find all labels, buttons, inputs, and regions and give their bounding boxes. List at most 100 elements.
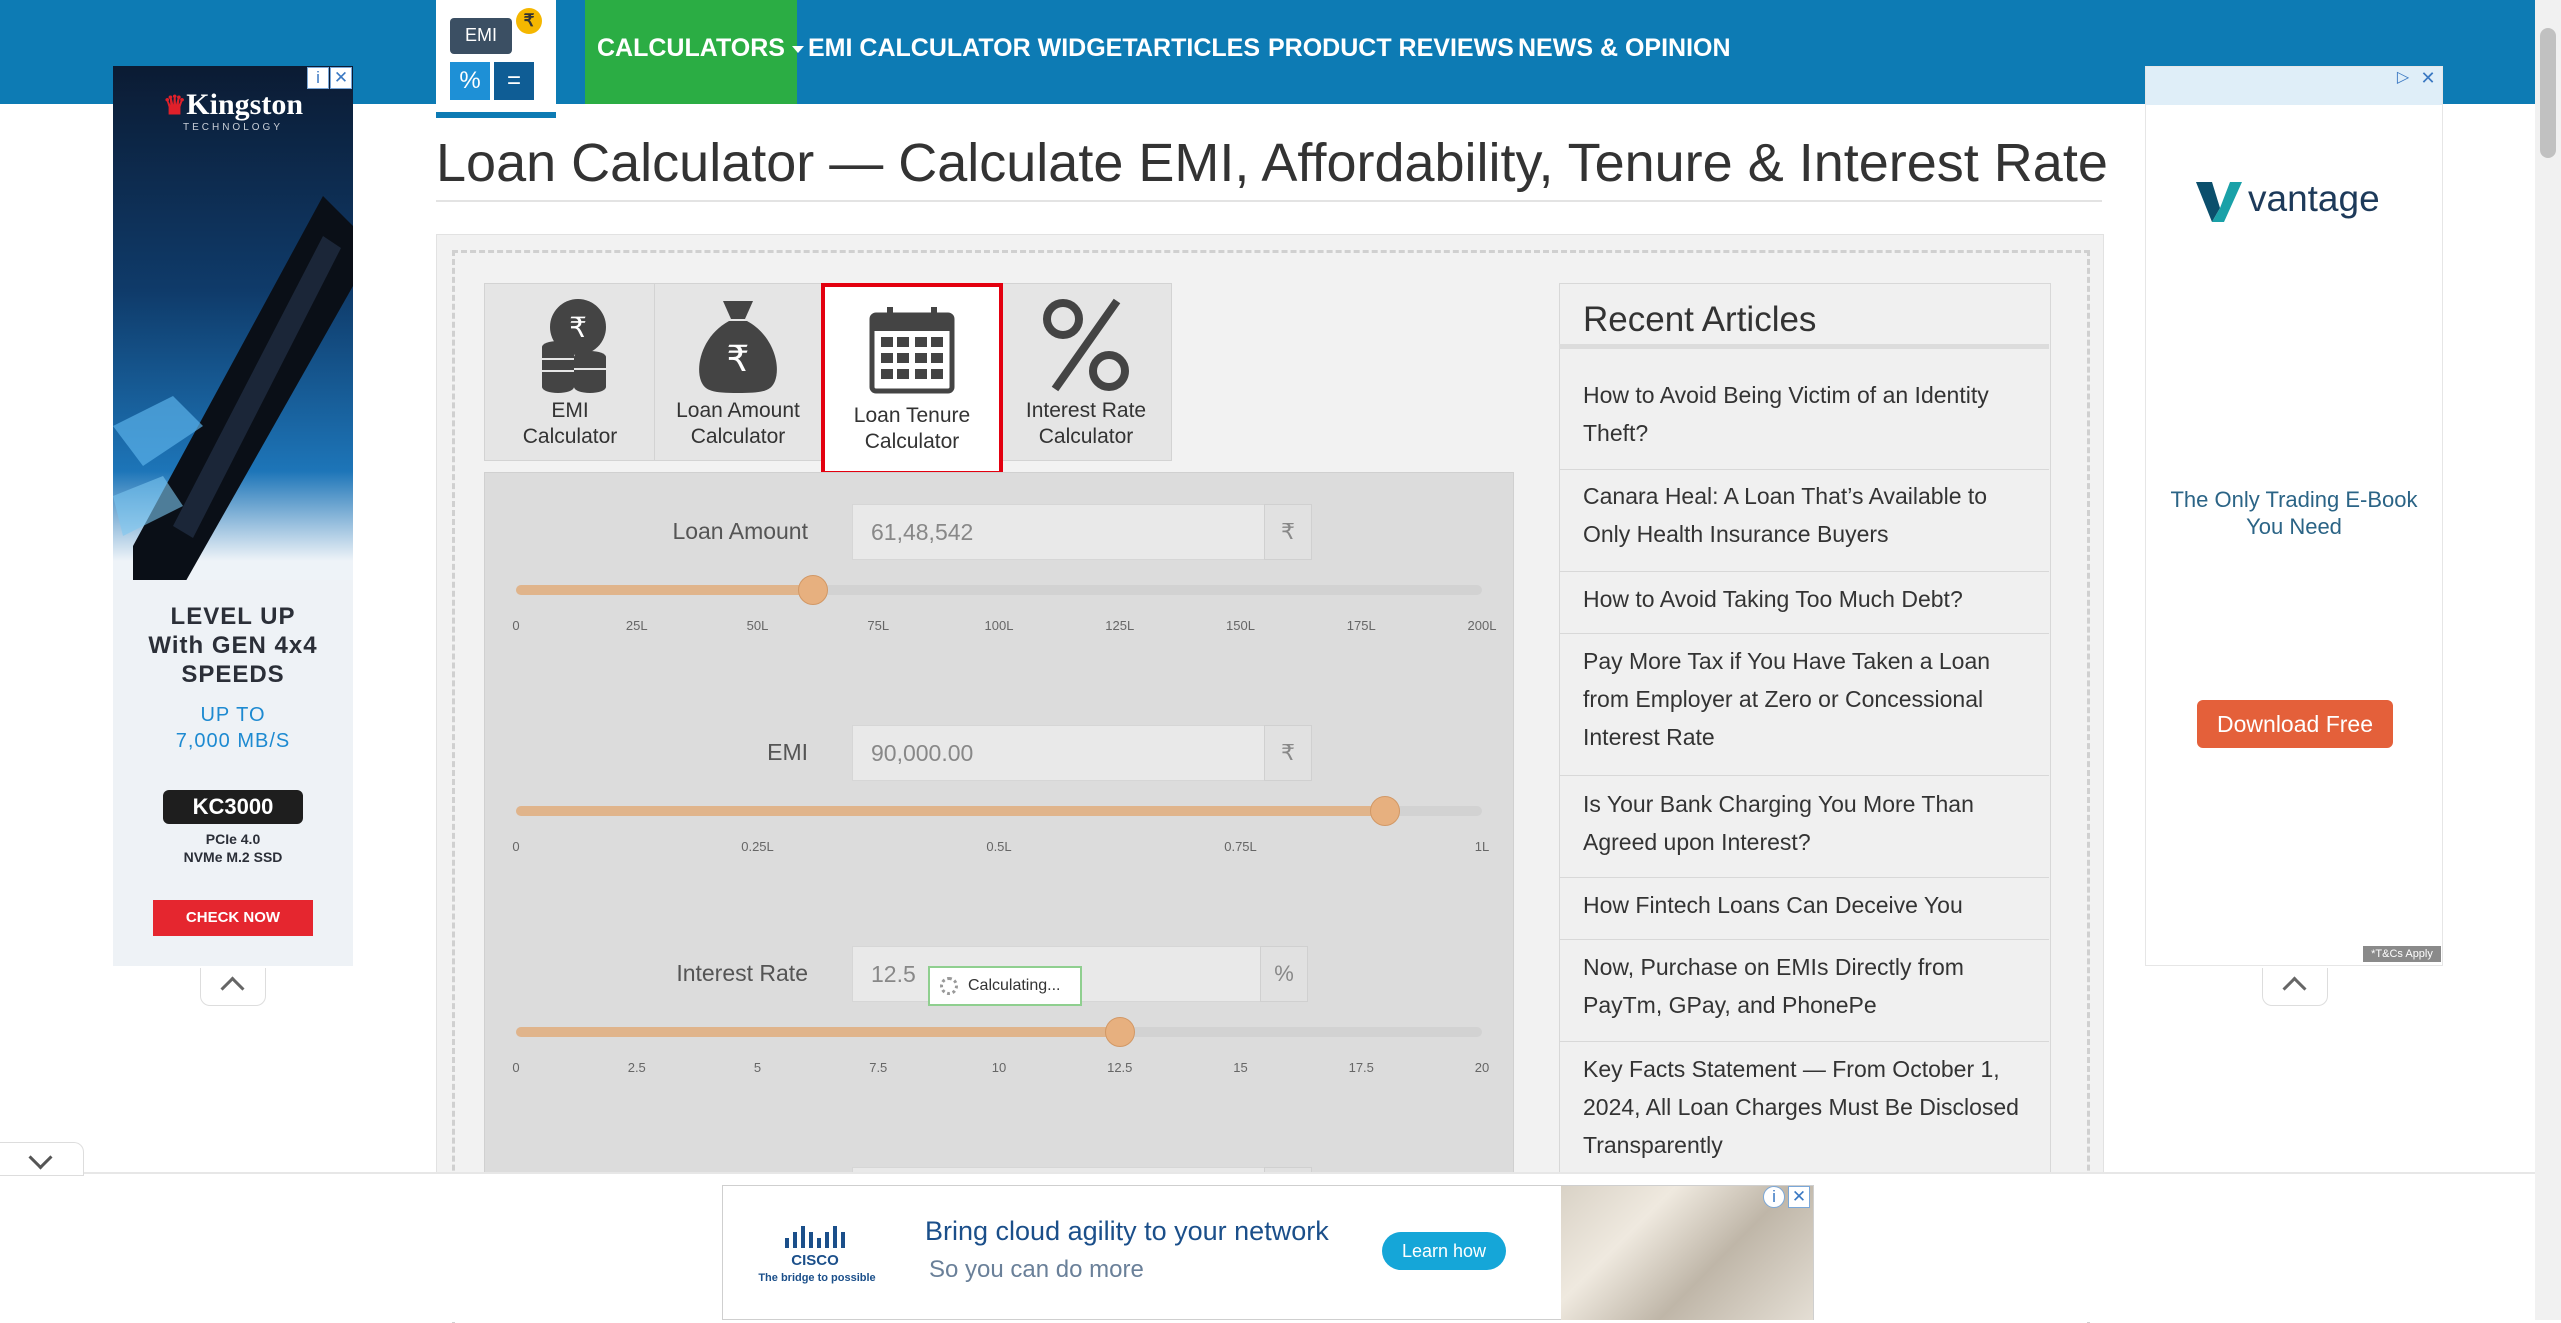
adchoices-icon[interactable]: ▷ [2392, 67, 2414, 89]
logo-percent-key: % [450, 62, 490, 100]
slider-tick-label: 0.25L [741, 839, 774, 854]
ad-bottom-headline: Bring cloud agility to your network [925, 1216, 1329, 1246]
article-divider [1559, 1041, 2049, 1042]
ad-close-icon[interactable]: ✕ [2417, 67, 2439, 89]
ad-left-spec-line: NVMe M.2 SSD [183, 849, 283, 865]
article-link-line: Agreed upon Interest? [1583, 829, 1811, 855]
slider-tick-label: 0 [512, 618, 520, 633]
slider-tick-label: 25L [625, 618, 648, 633]
cisco-bars-icon [785, 1226, 845, 1248]
cisco-brand: CISCO [791, 1252, 839, 1269]
rupee-coin-icon: ₹ [516, 8, 542, 34]
scrollbar-thumb[interactable] [2540, 28, 2556, 158]
learn-how-button[interactable]: Learn how [1382, 1232, 1506, 1270]
article-link[interactable]: Key Facts Statement — From October 1, 202… [1583, 1050, 2023, 1164]
slider-tick-label: 12.5 [1107, 1060, 1133, 1075]
article-divider [1559, 571, 2049, 572]
ad-right-collapse-button[interactable] [2262, 968, 2328, 1006]
slider-tick-label: 1L [1474, 839, 1490, 854]
bottom-ad-collapse-button[interactable] [0, 1142, 84, 1176]
ad-left-speed: UP TO 7,000 MB/S [113, 702, 353, 754]
loan-amount-input[interactable]: 61,48,542 [852, 504, 1266, 560]
article-divider [1559, 469, 2049, 470]
tab-loan-amount-calculator[interactable]: ₹ Loan Amount Calculator [655, 283, 821, 461]
article-link[interactable]: How to Avoid Taking Too Much Debt? [1583, 580, 2023, 618]
emi-slider[interactable] [516, 796, 1482, 826]
interest-rate-slider[interactable] [516, 1017, 1482, 1047]
kingston-head-icon: ♛ [162, 91, 187, 120]
article-link-line: Theft? [1583, 420, 1649, 446]
ad-bottom-subline: So you can do more [929, 1256, 1144, 1283]
article-link[interactable]: How to Avoid Being Victim of an Identity… [1583, 376, 2023, 452]
caret-down-icon [791, 45, 804, 53]
nav-articles[interactable]: ARTICLES [1135, 34, 1260, 63]
logo-underline [436, 112, 556, 118]
interest-rate-slider-handle[interactable] [1104, 1017, 1135, 1047]
nav-calculators-label: CALCULATORS [597, 34, 785, 62]
loan-amount-slider[interactable] [516, 575, 1482, 605]
logo-screen: EMI [450, 18, 512, 54]
article-link-line: How to Avoid Taking Too Much Debt? [1583, 586, 1963, 612]
money-bag-icon: ₹ [699, 301, 777, 393]
ad-close-icon[interactable]: ✕ [1788, 1186, 1810, 1208]
ad-left-copy: LEVEL UP With GEN 4x4 SPEEDS UP TO 7,000… [113, 580, 353, 966]
tab-label-line2: Calculator [864, 430, 960, 453]
tab-label-line2: Calculator [522, 425, 618, 448]
vantage-v-icon [2196, 182, 2242, 222]
article-link-line: from Employer at Zero or Concessional [1583, 686, 1984, 712]
ad-left-cta-button[interactable]: CHECK NOW [153, 900, 313, 936]
article-link[interactable]: Canara Heal: A Loan That’s Available to O… [1583, 477, 2023, 553]
page-title: Loan Calculator — Calculate EMI, Afforda… [436, 133, 2108, 193]
ad-bottom-banner[interactable]: CISCO The bridge to possible Bring cloud… [722, 1185, 1814, 1320]
tab-loan-tenure-calculator[interactable]: Loan Tenure Calculator [821, 283, 1003, 475]
article-link[interactable]: Now, Purchase on EMIs Directly from PayTm… [1583, 948, 2023, 1024]
ad-left-headline-line: SPEEDS [181, 661, 285, 688]
nav-product-reviews[interactable]: PRODUCT REVIEWS [1268, 34, 1514, 63]
download-free-button[interactable]: Download Free [2197, 700, 2393, 748]
ad-close-icon[interactable]: ✕ [330, 67, 352, 89]
ad-info-icon[interactable]: i [1763, 1186, 1785, 1208]
nav-calculators[interactable]: CALCULATORS [597, 34, 804, 63]
chevron-up-icon [2282, 976, 2307, 1001]
kingston-brand: Kingston [186, 88, 304, 121]
article-link-line: Only Health Insurance Buyers [1583, 521, 1889, 547]
article-link[interactable]: Is Your Bank Charging You More Than Agree… [1583, 785, 2023, 861]
ad-left-spec: PCIe 4.0 NVMe M.2 SSD [113, 830, 353, 866]
article-link-line: PayTm, GPay, and PhonePe [1583, 992, 1877, 1018]
tab-interest-rate-calculator[interactable]: Interest Rate Calculator [1003, 283, 1169, 461]
recent-articles-title: Recent Articles [1583, 300, 1817, 339]
page-scrollbar[interactable] [2535, 0, 2561, 1320]
site-logo[interactable]: EMI ₹ % = [436, 0, 556, 118]
slider-tick-label: 150L [1226, 618, 1255, 633]
article-link-line: Is Your Bank Charging You More Than [1583, 791, 1974, 817]
ad-right-terms: *T&Cs Apply [2363, 946, 2441, 962]
article-divider [1559, 633, 2049, 634]
article-link-line: Interest Rate [1583, 724, 1715, 750]
ad-info-icon[interactable]: i [307, 67, 329, 89]
emi-slider-fill [516, 806, 1386, 816]
interest-rate-slider-fill [516, 1027, 1120, 1037]
slider-tick-label: 10 [991, 1060, 1007, 1075]
nav-news-opinion[interactable]: NEWS & OPINION [1518, 34, 1731, 63]
article-link-line: 2024, All Loan Charges Must Be Disclosed [1583, 1094, 2019, 1120]
nav-emi-calculator-widget[interactable]: EMI CALCULATOR WIDGET [808, 34, 1138, 63]
slider-tick-label: 17.5 [1348, 1060, 1374, 1075]
slider-tick-label: 2.5 [627, 1060, 646, 1075]
loan-amount-slider-handle[interactable] [797, 575, 828, 605]
ad-left-headline-line: LEVEL UP [170, 603, 296, 630]
article-link[interactable]: How Fintech Loans Can Deceive You [1583, 886, 2023, 924]
ad-right-tagline-line: You Need [2246, 514, 2342, 539]
calculating-indicator: Calculating... [928, 966, 1082, 1006]
slider-tick-label: 7.5 [869, 1060, 888, 1075]
emi-input[interactable]: 90,000.00 [852, 725, 1266, 781]
slider-tick-label: 50L [746, 618, 769, 633]
slider-tick-label: 125L [1105, 618, 1135, 633]
article-link[interactable]: Pay More Tax if You Have Taken a Loan fro… [1583, 642, 2023, 756]
tab-emi-calculator[interactable]: ₹ EMI Calculator [486, 283, 654, 461]
article-link-line: Transparently [1583, 1132, 1723, 1158]
tab-label-line2: Calculator [1038, 425, 1134, 448]
ad-left-collapse-button[interactable] [200, 968, 266, 1006]
vantage-logo: vantage [2196, 172, 2396, 228]
recent-articles-divider [1559, 344, 2049, 349]
tab-label-line1: Loan Amount [676, 399, 800, 422]
